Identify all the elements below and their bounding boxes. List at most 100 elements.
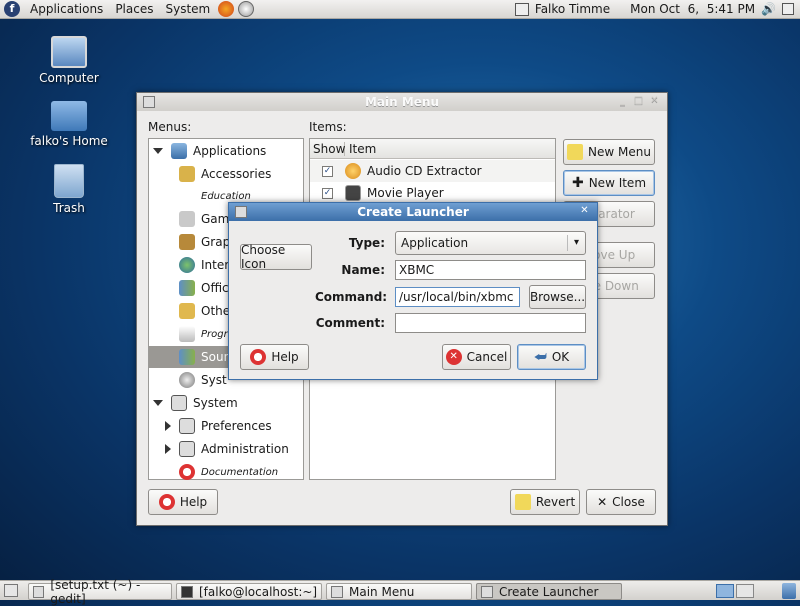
system-menu[interactable]: System — [159, 2, 216, 16]
type-label: Type: — [348, 236, 385, 250]
firefox-icon[interactable] — [218, 1, 235, 17]
tree-item-label: Documentation — [201, 466, 279, 478]
close-icon[interactable]: ✕ — [648, 95, 661, 108]
new-item-button[interactable]: ✚ New Item — [563, 170, 655, 196]
choose-icon-button[interactable]: Choose Icon — [240, 243, 312, 271]
tree-item-administration[interactable]: Administration — [149, 438, 303, 460]
tree-item-label: Applications — [193, 144, 267, 158]
tree-item-label: Offic — [201, 281, 229, 295]
comment-field[interactable] — [395, 313, 586, 333]
tree-item-label: Syst — [201, 373, 227, 387]
new-menu-icon — [567, 144, 584, 160]
tree-item-applications[interactable]: Applications — [149, 140, 303, 162]
items-list-header: Show Item — [310, 139, 555, 159]
taskbar-item[interactable]: [falko@localhost:~] — [176, 583, 322, 600]
taskbar-item[interactable]: Main Menu — [326, 583, 472, 600]
audio-cd-icon — [345, 163, 361, 179]
create-launcher-titlebar[interactable]: Create Launcher ✕ — [229, 203, 597, 221]
graphics-icon — [179, 234, 195, 250]
desktop-icon-home[interactable]: falko's Home — [29, 101, 109, 148]
tree-item-documentation[interactable]: Documentation — [149, 461, 303, 483]
window-menu-icon[interactable] — [143, 96, 155, 108]
new-menu-button[interactable]: New Menu — [563, 139, 655, 165]
help-lifebuoy-icon — [250, 349, 267, 365]
close-icon[interactable]: ✕ — [578, 205, 591, 218]
gedit-icon — [33, 585, 45, 598]
clock[interactable]: Mon Oct 6, 5:41 PM — [630, 2, 755, 16]
list-item[interactable]: ✓ Audio CD Extractor — [310, 160, 555, 182]
applications-menu[interactable]: Applications — [24, 2, 109, 16]
desktop-icon-computer[interactable]: Computer — [29, 36, 109, 85]
computer-icon — [51, 36, 87, 68]
dialog-help-button[interactable]: Help — [240, 344, 309, 370]
top-panel: f Applications Places System Falko Timme… — [0, 0, 800, 19]
tree-item-label: Inter — [201, 258, 230, 272]
column-show[interactable]: Show — [310, 141, 345, 156]
network-icon[interactable] — [514, 2, 529, 16]
expander-icon[interactable] — [165, 421, 171, 431]
show-checkbox[interactable]: ✓ — [322, 165, 333, 177]
help-button[interactable]: Help — [148, 489, 218, 515]
taskbar-item[interactable]: Create Launcher — [476, 583, 622, 600]
tree-item-label: Gam — [201, 212, 230, 226]
window-menu-icon[interactable] — [235, 206, 247, 218]
expander-icon[interactable] — [153, 400, 163, 406]
menus-label: Menus: — [148, 120, 192, 134]
column-item[interactable]: Item — [345, 142, 376, 156]
trash-applet-icon[interactable] — [782, 583, 796, 599]
ok-arrow-icon: ⮨ — [533, 349, 547, 365]
window-title: Main Menu — [364, 95, 440, 109]
system-tools-icon — [179, 372, 195, 388]
item-label: Audio CD Extractor — [367, 164, 482, 178]
taskbar-item[interactable]: [setup.txt (~) - gedit] — [28, 578, 172, 606]
administration-icon — [179, 441, 195, 457]
volume-icon[interactable]: 🔊 — [761, 2, 776, 16]
fedora-logo-icon[interactable]: f — [4, 1, 20, 17]
other-icon — [179, 303, 195, 319]
mail-icon[interactable] — [238, 1, 255, 17]
show-checkbox[interactable]: ✓ — [322, 187, 333, 199]
tree-item-label: Education — [201, 190, 251, 202]
main-menu-titlebar[interactable]: Main Menu _ □ ✕ — [137, 93, 667, 111]
create-launcher-dialog: Create Launcher ✕ Choose Icon Type: Appl… — [228, 202, 598, 380]
places-menu[interactable]: Places — [109, 2, 159, 16]
tree-item-accessories[interactable]: Accessories — [149, 163, 303, 185]
name-label: Name: — [341, 263, 385, 277]
ok-button[interactable]: ⮨ OK — [517, 344, 586, 370]
desktop-icon-trash[interactable]: Trash — [29, 164, 109, 215]
desktop-icon-label: Computer — [39, 71, 99, 85]
workspace-2[interactable] — [736, 584, 754, 598]
minimize-icon[interactable]: _ — [616, 95, 629, 108]
expander-icon[interactable] — [153, 148, 163, 154]
logout-icon[interactable] — [782, 3, 794, 15]
games-icon — [179, 211, 195, 227]
comment-label: Comment: — [315, 316, 385, 330]
expander-icon[interactable] — [165, 444, 171, 454]
revert-icon — [514, 494, 531, 510]
tree-item-preferences[interactable]: Preferences — [149, 415, 303, 437]
desktop-icon-label: Trash — [53, 201, 85, 215]
system-icon — [171, 395, 187, 411]
terminal-icon — [181, 585, 193, 598]
internet-icon — [179, 257, 195, 273]
user-name[interactable]: Falko Timme — [535, 2, 610, 16]
tree-item-label: Administration — [201, 442, 289, 456]
browse-button[interactable]: Browse... — [529, 285, 586, 309]
tree-item-system[interactable]: System — [149, 392, 303, 414]
name-field[interactable]: XBMC — [395, 260, 586, 280]
workspace-1[interactable] — [716, 584, 734, 598]
command-field[interactable]: /usr/local/bin/xbmc — [395, 287, 520, 307]
bottom-panel: [setup.txt (~) - gedit] [falko@localhost… — [0, 578, 800, 606]
close-button[interactable]: ✕ Close — [586, 489, 656, 515]
show-desktop-icon[interactable] — [4, 584, 18, 597]
dialog-title: Create Launcher — [357, 205, 469, 219]
revert-button[interactable]: Revert — [510, 489, 580, 515]
maximize-icon[interactable]: □ — [632, 95, 645, 108]
type-select[interactable]: Application ▾ — [395, 231, 586, 255]
close-x-icon: ✕ — [597, 495, 608, 509]
desktop-icon-label: falko's Home — [30, 134, 108, 148]
tree-item-label: Preferences — [201, 419, 272, 433]
education-icon — [179, 188, 195, 204]
list-item[interactable]: ✓ Movie Player — [310, 182, 555, 204]
cancel-button[interactable]: ✕ Cancel — [442, 344, 511, 370]
